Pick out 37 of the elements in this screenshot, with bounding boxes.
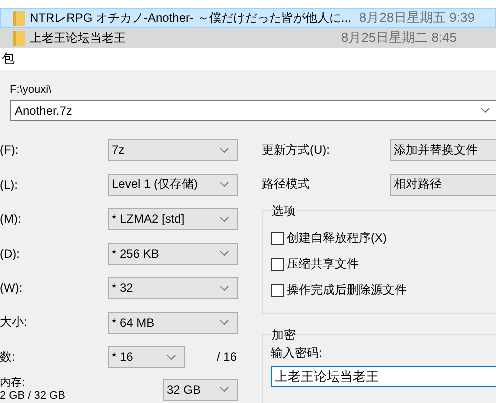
field-label: 大小:	[0, 314, 28, 332]
file-row[interactable]: NTRレRPG オチカノ-Another- ～僕だけだった皆が他人に... 8月28日星期五 9:39	[0, 8, 496, 28]
checkbox-label: 压缩共享文件	[287, 256, 359, 272]
field-label: 数:	[0, 348, 16, 366]
field-label: (L):	[0, 178, 19, 192]
password-field[interactable]: 上老王论坛当老王	[271, 366, 496, 387]
field-label: (M):	[0, 212, 22, 226]
password-label: 输入密码:	[271, 345, 324, 362]
dropdown[interactable]: * 32	[108, 277, 238, 300]
dropdown[interactable]: * LZMA2 [std]	[108, 208, 238, 230]
archive-name-combo[interactable]: Another.7z	[10, 100, 496, 121]
checkbox-label: 操作完成后删除源文件	[287, 282, 407, 298]
field-label: 更新方式(U):	[262, 142, 331, 159]
dropdown[interactable]: 相对路径	[390, 174, 496, 196]
dropdown[interactable]: * 256 KB	[108, 242, 238, 265]
file-date: 8月28日星期五 9:39	[359, 9, 475, 27]
memory-label: 内存:	[0, 376, 26, 390]
file-date: 8月25日星期二 8:45	[341, 29, 457, 47]
field-label: (W):	[0, 281, 24, 296]
file-row[interactable]: 上老王论坛当老王 8月25日星期二 8:45	[0, 28, 496, 48]
dropdown[interactable]: 7z	[108, 139, 238, 162]
field-label: (F):	[0, 143, 20, 158]
field-label: 路径模式	[262, 176, 311, 194]
folder-path: F:\youxi\	[10, 84, 53, 98]
window-title: 包	[2, 50, 15, 68]
dropdown[interactable]: Level 1 (仅存储)	[108, 174, 238, 196]
file-name: 上老王论坛当老王	[30, 30, 127, 46]
dropdown[interactable]: 32 GB	[163, 378, 238, 400]
dropdown[interactable]: * 16	[108, 346, 185, 368]
thread-count: / 16	[217, 350, 238, 364]
group-title: 选项	[271, 203, 297, 220]
checkbox-label: 创建自释放程序(X)	[287, 230, 387, 246]
file-name: NTRレRPG オチカノ-Another- ～僕だけだった皆が他人に...	[30, 10, 352, 26]
memory-usage: 2 GB / 32 GB	[0, 390, 66, 402]
field-label: (D):	[0, 246, 21, 261]
dropdown[interactable]: * 64 MB	[108, 312, 238, 334]
dropdown[interactable]: 添加并替换文件	[390, 139, 496, 162]
